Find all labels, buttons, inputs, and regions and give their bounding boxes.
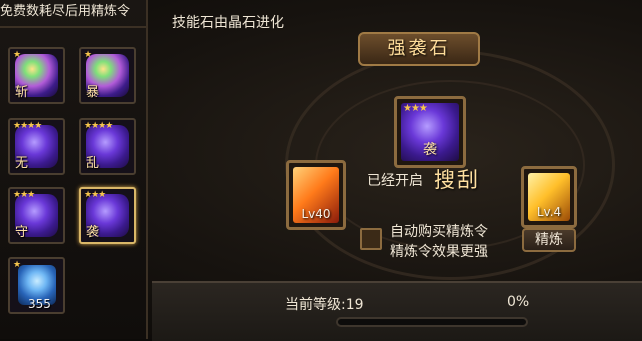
right-skill-slot[interactable]: Lv.4 [521,166,577,228]
refine-button[interactable]: 精炼 [522,228,576,252]
opened-skill-name: 搜刮 [434,168,480,192]
star-rating: ★ [84,50,92,60]
item-label: 守 [15,225,29,240]
item-slot-4[interactable]: ★★★★ 乱 [79,118,136,175]
center-skill-slot[interactable]: ★★★ 袭 [394,96,466,168]
left-skill-slot[interactable]: Lv40 [286,160,346,230]
slot-label: 袭 [423,142,437,158]
star-rating: ★ [13,50,21,60]
item-slot-5[interactable]: ★★★ 守 [8,187,65,244]
item-label: 乱 [86,156,100,171]
subtitle-text: 技能石由晶石进化 [172,15,284,31]
game-window: 免费数耗尽后用精炼令 ★ 斩 ★ 暴 ★★★★ 无 ★★★★ 乱 ★★★ 守 ★… [0,0,642,341]
item-slot-3[interactable]: ★★★★ 无 [8,118,65,175]
current-level-text: 当前等级:19 [285,297,364,313]
item-slot-6-selected[interactable]: ★★★ 袭 [79,187,136,244]
auto-buy-line-2: 精炼令效果更强 [390,244,488,260]
star-rating: ★ [13,260,21,270]
item-slot-1[interactable]: ★ 斩 [8,47,65,104]
star-rating: ★★★ [84,190,106,200]
bottom-panel [152,281,642,341]
item-slot-7[interactable]: ★ 355 [8,257,65,314]
item-label: 斩 [15,85,29,100]
item-list-panel: 免费数耗尽后用精炼令 ★ 斩 ★ 暴 ★★★★ 无 ★★★★ 乱 ★★★ 守 ★… [0,0,148,339]
left-panel-divider [0,26,146,28]
auto-buy-checkbox[interactable] [360,228,382,250]
item-slot-2[interactable]: ★ 暴 [79,47,136,104]
skill-stone-title: 强袭石 [358,32,480,66]
progress-percent: 0% [507,294,530,310]
item-label: 暴 [86,85,100,100]
slot-level: Lv40 [301,207,331,221]
opened-status-text: 已经开启 [367,173,423,189]
star-rating: ★★★★ [84,121,113,131]
star-rating: ★★★ [403,103,428,114]
item-label: 无 [15,156,29,171]
left-panel-header: 免费数耗尽后用精炼令 [0,4,131,19]
progress-bar [336,317,528,327]
item-count: 355 [28,297,51,311]
star-rating: ★★★ [13,190,35,200]
star-rating: ★★★★ [13,121,42,131]
auto-buy-line-1: 自动购买精炼令 [390,224,488,240]
slot-level: Lv.4 [536,205,562,219]
item-label: 袭 [86,225,100,240]
auto-buy-label: 自动购买精炼令 精炼令效果更强 [390,222,488,262]
